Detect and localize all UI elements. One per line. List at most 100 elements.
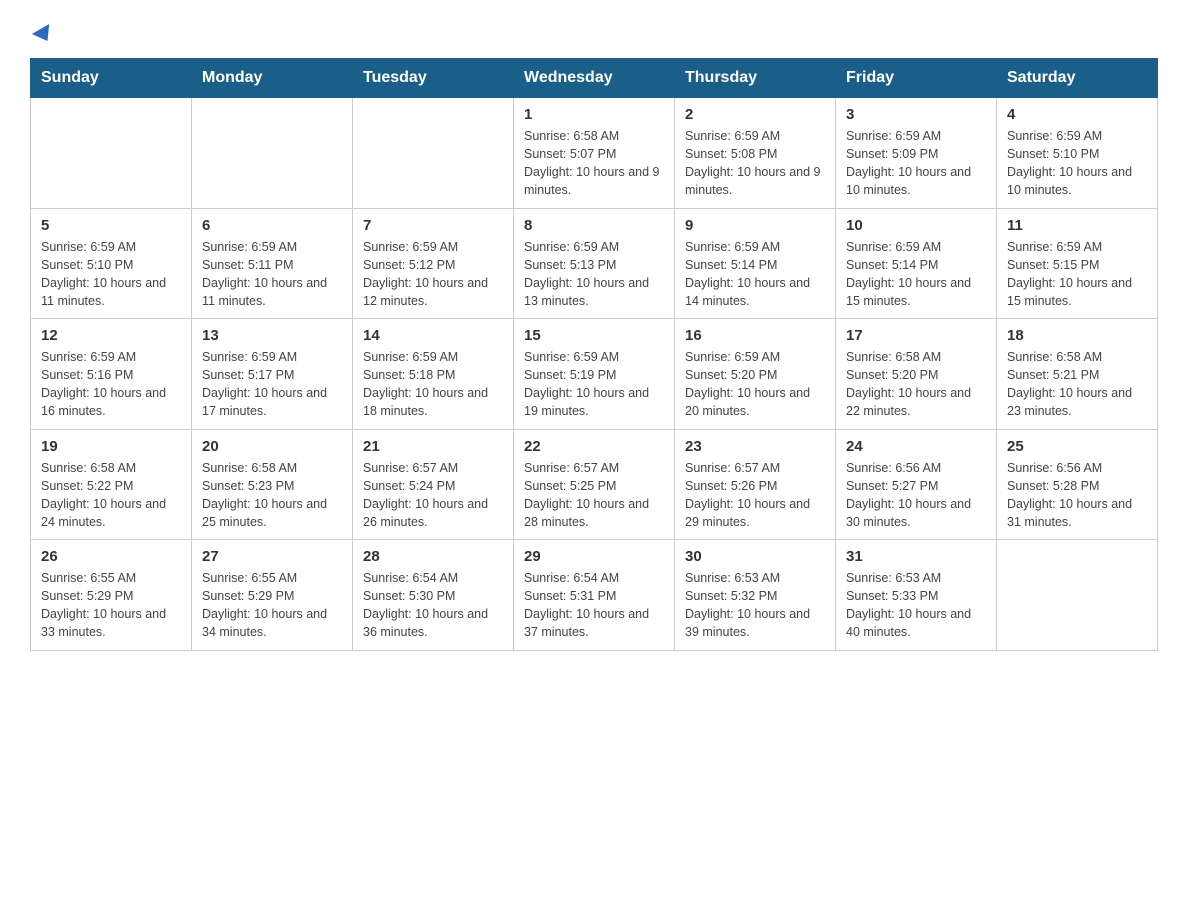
- weekday-header-monday: Monday: [192, 59, 353, 98]
- day-number: 5: [41, 217, 181, 234]
- day-info: Sunrise: 6:58 AM Sunset: 5:23 PM Dayligh…: [202, 459, 342, 532]
- day-info: Sunrise: 6:58 AM Sunset: 5:20 PM Dayligh…: [846, 348, 986, 421]
- day-info: Sunrise: 6:53 AM Sunset: 5:32 PM Dayligh…: [685, 569, 825, 642]
- day-number: 25: [1007, 438, 1147, 455]
- day-info: Sunrise: 6:59 AM Sunset: 5:11 PM Dayligh…: [202, 238, 342, 311]
- day-number: 20: [202, 438, 342, 455]
- weekday-header-thursday: Thursday: [675, 59, 836, 98]
- calendar-cell: 14 Sunrise: 6:59 AM Sunset: 5:18 PM Dayli…: [353, 319, 514, 430]
- calendar-cell: 8 Sunrise: 6:59 AM Sunset: 5:13 PM Daylig…: [514, 208, 675, 319]
- day-number: 16: [685, 327, 825, 344]
- day-number: 18: [1007, 327, 1147, 344]
- calendar-cell: 9 Sunrise: 6:59 AM Sunset: 5:14 PM Daylig…: [675, 208, 836, 319]
- calendar-cell: 10 Sunrise: 6:59 AM Sunset: 5:14 PM Dayli…: [836, 208, 997, 319]
- calendar-cell: [353, 98, 514, 209]
- calendar-cell: 29 Sunrise: 6:54 AM Sunset: 5:31 PM Dayli…: [514, 540, 675, 651]
- day-info: Sunrise: 6:59 AM Sunset: 5:15 PM Dayligh…: [1007, 238, 1147, 311]
- day-number: 28: [363, 548, 503, 565]
- day-info: Sunrise: 6:57 AM Sunset: 5:24 PM Dayligh…: [363, 459, 503, 532]
- day-number: 11: [1007, 217, 1147, 234]
- day-info: Sunrise: 6:54 AM Sunset: 5:31 PM Dayligh…: [524, 569, 664, 642]
- day-number: 22: [524, 438, 664, 455]
- calendar-cell: 11 Sunrise: 6:59 AM Sunset: 5:15 PM Dayli…: [997, 208, 1158, 319]
- day-number: 7: [363, 217, 503, 234]
- calendar-cell: 15 Sunrise: 6:59 AM Sunset: 5:19 PM Dayli…: [514, 319, 675, 430]
- calendar-header: SundayMondayTuesdayWednesdayThursdayFrid…: [31, 59, 1158, 98]
- day-info: Sunrise: 6:59 AM Sunset: 5:13 PM Dayligh…: [524, 238, 664, 311]
- day-info: Sunrise: 6:53 AM Sunset: 5:33 PM Dayligh…: [846, 569, 986, 642]
- day-info: Sunrise: 6:55 AM Sunset: 5:29 PM Dayligh…: [41, 569, 181, 642]
- day-info: Sunrise: 6:59 AM Sunset: 5:18 PM Dayligh…: [363, 348, 503, 421]
- calendar-cell: 26 Sunrise: 6:55 AM Sunset: 5:29 PM Dayli…: [31, 540, 192, 651]
- day-info: Sunrise: 6:59 AM Sunset: 5:20 PM Dayligh…: [685, 348, 825, 421]
- calendar-cell: 28Sunrise: 6:54 AM Sunset: 5:30 PM Dayli…: [353, 540, 514, 651]
- calendar-cell: 13 Sunrise: 6:59 AM Sunset: 5:17 PM Dayli…: [192, 319, 353, 430]
- day-number: 21: [363, 438, 503, 455]
- calendar-cell: 19 Sunrise: 6:58 AM Sunset: 5:22 PM Dayli…: [31, 429, 192, 540]
- day-number: 19: [41, 438, 181, 455]
- weekday-header-row: SundayMondayTuesdayWednesdayThursdayFrid…: [31, 59, 1158, 98]
- day-number: 3: [846, 106, 986, 123]
- day-number: 29: [524, 548, 664, 565]
- day-number: 17: [846, 327, 986, 344]
- calendar-cell: [192, 98, 353, 209]
- calendar-cell: 31 Sunrise: 6:53 AM Sunset: 5:33 PM Dayli…: [836, 540, 997, 651]
- calendar-table: SundayMondayTuesdayWednesdayThursdayFrid…: [30, 58, 1158, 651]
- day-info: Sunrise: 6:59 AM Sunset: 5:08 PM Dayligh…: [685, 127, 825, 200]
- week-row-3: 12Sunrise: 6:59 AM Sunset: 5:16 PM Dayli…: [31, 319, 1158, 430]
- day-info: Sunrise: 6:58 AM Sunset: 5:22 PM Dayligh…: [41, 459, 181, 532]
- day-info: Sunrise: 6:58 AM Sunset: 5:07 PM Dayligh…: [524, 127, 664, 200]
- week-row-5: 26 Sunrise: 6:55 AM Sunset: 5:29 PM Dayli…: [31, 540, 1158, 651]
- weekday-header-friday: Friday: [836, 59, 997, 98]
- calendar-cell: 17 Sunrise: 6:58 AM Sunset: 5:20 PM Dayli…: [836, 319, 997, 430]
- logo-blue-text: [30, 28, 54, 42]
- week-row-1: 1 Sunrise: 6:58 AM Sunset: 5:07 PM Daylig…: [31, 98, 1158, 209]
- day-info: Sunrise: 6:59 AM Sunset: 5:14 PM Dayligh…: [846, 238, 986, 311]
- day-number: 9: [685, 217, 825, 234]
- calendar-cell: 27Sunrise: 6:55 AM Sunset: 5:29 PM Dayli…: [192, 540, 353, 651]
- weekday-header-saturday: Saturday: [997, 59, 1158, 98]
- day-info: Sunrise: 6:59 AM Sunset: 5:19 PM Dayligh…: [524, 348, 664, 421]
- calendar-cell: 2 Sunrise: 6:59 AM Sunset: 5:08 PM Daylig…: [675, 98, 836, 209]
- day-info: Sunrise: 6:55 AM Sunset: 5:29 PM Dayligh…: [202, 569, 342, 642]
- calendar-cell: 1 Sunrise: 6:58 AM Sunset: 5:07 PM Daylig…: [514, 98, 675, 209]
- calendar-cell: 5Sunrise: 6:59 AM Sunset: 5:10 PM Daylig…: [31, 208, 192, 319]
- calendar-cell: 22Sunrise: 6:57 AM Sunset: 5:25 PM Dayli…: [514, 429, 675, 540]
- calendar-cell: 3 Sunrise: 6:59 AM Sunset: 5:09 PM Daylig…: [836, 98, 997, 209]
- calendar-cell: [997, 540, 1158, 651]
- calendar-cell: 30Sunrise: 6:53 AM Sunset: 5:32 PM Dayli…: [675, 540, 836, 651]
- day-info: Sunrise: 6:57 AM Sunset: 5:26 PM Dayligh…: [685, 459, 825, 532]
- calendar-cell: 6 Sunrise: 6:59 AM Sunset: 5:11 PM Daylig…: [192, 208, 353, 319]
- day-number: 26: [41, 548, 181, 565]
- calendar-body: 1 Sunrise: 6:58 AM Sunset: 5:07 PM Daylig…: [31, 98, 1158, 651]
- day-number: 1: [524, 106, 664, 123]
- week-row-2: 5Sunrise: 6:59 AM Sunset: 5:10 PM Daylig…: [31, 208, 1158, 319]
- day-info: Sunrise: 6:59 AM Sunset: 5:14 PM Dayligh…: [685, 238, 825, 311]
- calendar-cell: 21 Sunrise: 6:57 AM Sunset: 5:24 PM Dayli…: [353, 429, 514, 540]
- day-number: 4: [1007, 106, 1147, 123]
- day-number: 2: [685, 106, 825, 123]
- calendar-cell: 20 Sunrise: 6:58 AM Sunset: 5:23 PM Dayli…: [192, 429, 353, 540]
- calendar-cell: 18 Sunrise: 6:58 AM Sunset: 5:21 PM Dayli…: [997, 319, 1158, 430]
- calendar-cell: 7 Sunrise: 6:59 AM Sunset: 5:12 PM Daylig…: [353, 208, 514, 319]
- calendar-cell: 24 Sunrise: 6:56 AM Sunset: 5:27 PM Dayli…: [836, 429, 997, 540]
- day-number: 14: [363, 327, 503, 344]
- day-number: 15: [524, 327, 664, 344]
- day-number: 13: [202, 327, 342, 344]
- day-number: 10: [846, 217, 986, 234]
- calendar-cell: 16 Sunrise: 6:59 AM Sunset: 5:20 PM Dayli…: [675, 319, 836, 430]
- day-number: 24: [846, 438, 986, 455]
- weekday-header-sunday: Sunday: [31, 59, 192, 98]
- logo: [30, 28, 54, 42]
- day-info: Sunrise: 6:59 AM Sunset: 5:16 PM Dayligh…: [41, 348, 181, 421]
- day-info: Sunrise: 6:56 AM Sunset: 5:27 PM Dayligh…: [846, 459, 986, 532]
- day-info: Sunrise: 6:59 AM Sunset: 5:09 PM Dayligh…: [846, 127, 986, 200]
- day-number: 6: [202, 217, 342, 234]
- day-number: 8: [524, 217, 664, 234]
- day-info: Sunrise: 6:59 AM Sunset: 5:17 PM Dayligh…: [202, 348, 342, 421]
- day-info: Sunrise: 6:58 AM Sunset: 5:21 PM Dayligh…: [1007, 348, 1147, 421]
- day-number: 31: [846, 548, 986, 565]
- header: [30, 20, 1158, 42]
- day-info: Sunrise: 6:59 AM Sunset: 5:12 PM Dayligh…: [363, 238, 503, 311]
- day-number: 23: [685, 438, 825, 455]
